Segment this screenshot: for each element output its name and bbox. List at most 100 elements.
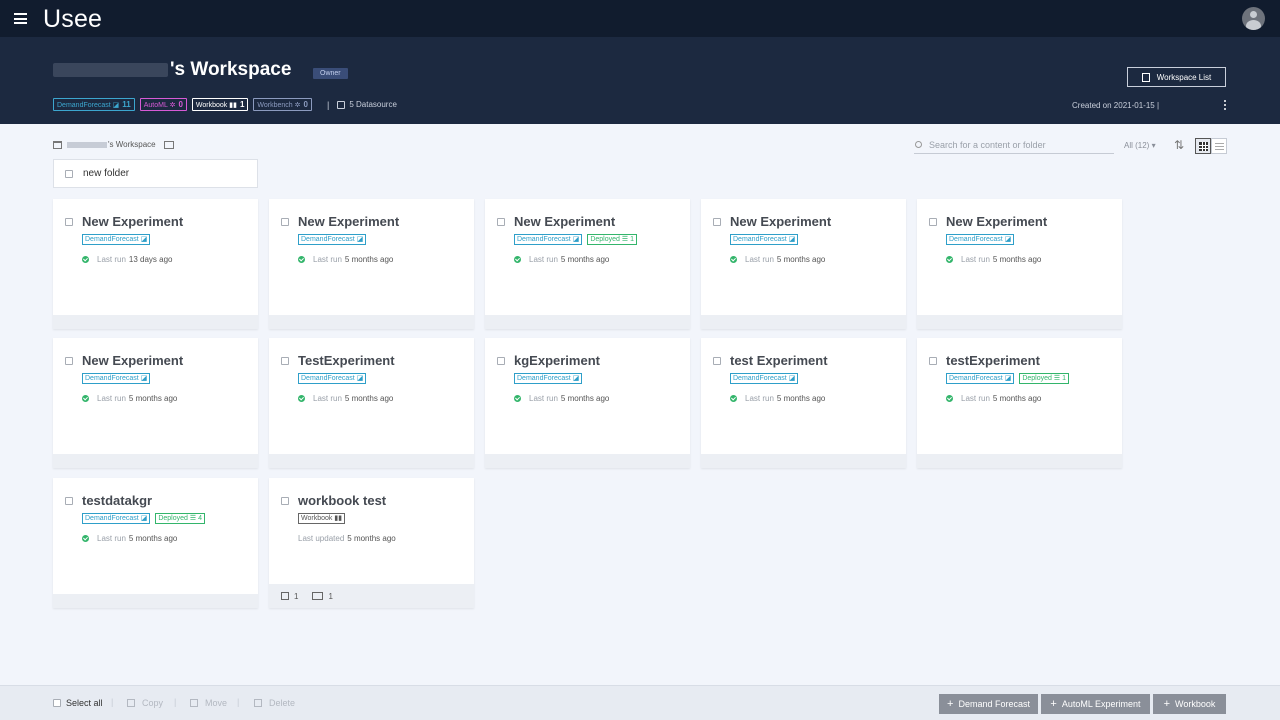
card-checkbox[interactable] bbox=[497, 357, 505, 365]
card-checkbox[interactable] bbox=[65, 218, 73, 226]
card-title[interactable]: New Experiment bbox=[946, 214, 1047, 229]
tag-df: DemandForecast ◪ bbox=[730, 234, 799, 245]
redacted-name bbox=[53, 62, 168, 77]
success-check-icon bbox=[514, 395, 521, 402]
card-checkbox[interactable] bbox=[65, 357, 73, 365]
last-run-status: Last run 5 months ago bbox=[82, 534, 177, 543]
experiment-card[interactable]: New Experiment DemandForecast ◪ Last run 5 m… bbox=[269, 199, 474, 329]
chip-label: AutoML bbox=[143, 102, 168, 109]
card-title[interactable]: workbook test bbox=[298, 493, 386, 508]
experiment-card[interactable]: testExperiment DemandForecast ◪ Deployed ☰ 1… bbox=[917, 338, 1122, 468]
card-checkbox[interactable] bbox=[281, 218, 289, 226]
tag-df: DemandForecast ◪ bbox=[82, 234, 151, 245]
select-all-checkbox[interactable]: Select all bbox=[53, 698, 103, 708]
datasource-icon bbox=[281, 592, 289, 600]
card-footer bbox=[269, 454, 474, 468]
experiment-card[interactable]: kgExperiment DemandForecast ◪ Last run 5 mon… bbox=[485, 338, 690, 468]
card-checkbox[interactable] bbox=[65, 497, 73, 505]
user-avatar-icon[interactable] bbox=[1242, 7, 1265, 30]
trash-icon bbox=[254, 699, 262, 707]
tag-icon: ◪ bbox=[572, 375, 580, 382]
tag-icon: ◪ bbox=[572, 236, 580, 243]
folder-checkbox[interactable] bbox=[65, 169, 73, 178]
plus-icon: + bbox=[947, 697, 954, 710]
datasource-count[interactable]: 5 Datasource bbox=[337, 100, 397, 109]
card-checkbox[interactable] bbox=[929, 218, 937, 226]
card-tags: DemandForecast ◪ bbox=[298, 234, 371, 245]
experiment-card[interactable]: test Experiment DemandForecast ◪ Last run 5 … bbox=[701, 338, 906, 468]
workspace-list-button[interactable]: Workspace List bbox=[1127, 67, 1226, 87]
tag-dep: Deployed ☰ 1 bbox=[1019, 373, 1070, 384]
experiment-card[interactable]: New Experiment DemandForecast ◪ Last run 13 … bbox=[53, 199, 258, 329]
workbook-card[interactable]: workbook test Workbook ▮▮ Last updated 5 mon… bbox=[269, 478, 474, 608]
tag-df: DemandForecast ◪ bbox=[298, 234, 367, 245]
workspace-header: 's Workspace Owner DemandForecast ◪ 11 Aut… bbox=[0, 37, 1280, 124]
move-button[interactable]: Move bbox=[190, 698, 227, 708]
delete-button[interactable]: Delete bbox=[254, 698, 295, 708]
count-chip-am[interactable]: AutoML ✲ 0 bbox=[139, 98, 187, 111]
redacted-name bbox=[67, 141, 107, 148]
count-chip-wbn[interactable]: Workbench ✲ 0 bbox=[253, 98, 312, 111]
card-tags: DemandForecast ◪ bbox=[730, 234, 803, 245]
success-check-icon bbox=[82, 256, 89, 263]
bottom-action-bar: Select all | Copy | Move | Delete + Deman… bbox=[0, 685, 1280, 720]
create-automl-button[interactable]: + AutoML Experiment bbox=[1041, 694, 1150, 714]
app-logo[interactable]: Usee bbox=[43, 5, 102, 34]
card-checkbox[interactable] bbox=[497, 218, 505, 226]
card-title[interactable]: TestExperiment bbox=[298, 353, 395, 368]
card-title[interactable]: New Experiment bbox=[82, 353, 183, 368]
checkbox[interactable] bbox=[53, 699, 61, 707]
tag-icon: ◪ bbox=[140, 515, 148, 522]
card-title[interactable]: test Experiment bbox=[730, 353, 828, 368]
success-check-icon bbox=[730, 256, 737, 263]
folder-item[interactable]: new folder bbox=[53, 159, 258, 188]
filter-dropdown[interactable]: All (12) ▾ bbox=[1124, 141, 1156, 150]
experiment-card[interactable]: New Experiment DemandForecast ◪ Last run 5 m… bbox=[701, 199, 906, 329]
experiment-card[interactable]: testdatakgr DemandForecast ◪ Deployed ☰ 4 Las… bbox=[53, 478, 258, 608]
card-tags: DemandForecast ◪ bbox=[298, 373, 371, 384]
count-chip-df[interactable]: DemandForecast ◪ 11 bbox=[53, 98, 135, 111]
grid-view-button[interactable] bbox=[1195, 138, 1211, 154]
copy-button[interactable]: Copy bbox=[127, 698, 163, 708]
experiment-card[interactable]: TestExperiment DemandForecast ◪ Last run 5 m… bbox=[269, 338, 474, 468]
count-chip-wbk[interactable]: Workbook ▮▮ 1 bbox=[191, 98, 249, 111]
create-workbook-button[interactable]: + Workbook bbox=[1153, 694, 1226, 714]
card-footer bbox=[917, 454, 1122, 468]
card-footer: 11 bbox=[269, 584, 474, 608]
home-icon bbox=[53, 140, 62, 149]
list-view-button[interactable] bbox=[1211, 138, 1227, 154]
chip-separator: | bbox=[326, 99, 330, 110]
card-checkbox[interactable] bbox=[929, 357, 937, 365]
card-title[interactable]: testExperiment bbox=[946, 353, 1040, 368]
card-title[interactable]: New Experiment bbox=[82, 214, 183, 229]
datasource-count: 1 bbox=[281, 592, 298, 601]
card-checkbox[interactable] bbox=[281, 497, 289, 505]
experiment-card[interactable]: New Experiment DemandForecast ◪ Last run 5 m… bbox=[53, 338, 258, 468]
create-demand-forecast-button[interactable]: + Demand Forecast bbox=[939, 694, 1038, 714]
last-run-status: Last run 5 months ago bbox=[82, 394, 177, 403]
menu-icon[interactable] bbox=[14, 13, 27, 24]
more-options-icon[interactable] bbox=[1224, 100, 1228, 112]
card-title[interactable]: New Experiment bbox=[730, 214, 831, 229]
tag-icon: ◪ bbox=[788, 375, 796, 382]
chip-icon: ▮▮ bbox=[229, 102, 237, 109]
card-title[interactable]: New Experiment bbox=[514, 214, 615, 229]
success-check-icon bbox=[298, 256, 305, 263]
card-checkbox[interactable] bbox=[713, 218, 721, 226]
last-run-status: Last run 5 months ago bbox=[298, 394, 393, 403]
tag-df: DemandForecast ◪ bbox=[730, 373, 799, 384]
card-checkbox[interactable] bbox=[281, 357, 289, 365]
chip-label: Workbench bbox=[257, 102, 293, 109]
card-title[interactable]: kgExperiment bbox=[514, 353, 600, 368]
add-folder-icon[interactable] bbox=[163, 140, 174, 149]
card-title[interactable]: testdatakgr bbox=[82, 493, 152, 508]
datasource-icon bbox=[337, 100, 346, 109]
sort-icon[interactable]: ⇅ bbox=[1174, 139, 1184, 151]
card-title[interactable]: New Experiment bbox=[298, 214, 399, 229]
breadcrumb[interactable]: 's Workspace bbox=[53, 140, 174, 149]
chevron-down-icon: ▾ bbox=[1151, 141, 1156, 150]
search-input[interactable] bbox=[929, 139, 1109, 150]
experiment-card[interactable]: New Experiment DemandForecast ◪ Last run 5 m… bbox=[917, 199, 1122, 329]
card-checkbox[interactable] bbox=[713, 357, 721, 365]
experiment-card[interactable]: New Experiment DemandForecast ◪ Deployed ☰ 1… bbox=[485, 199, 690, 329]
